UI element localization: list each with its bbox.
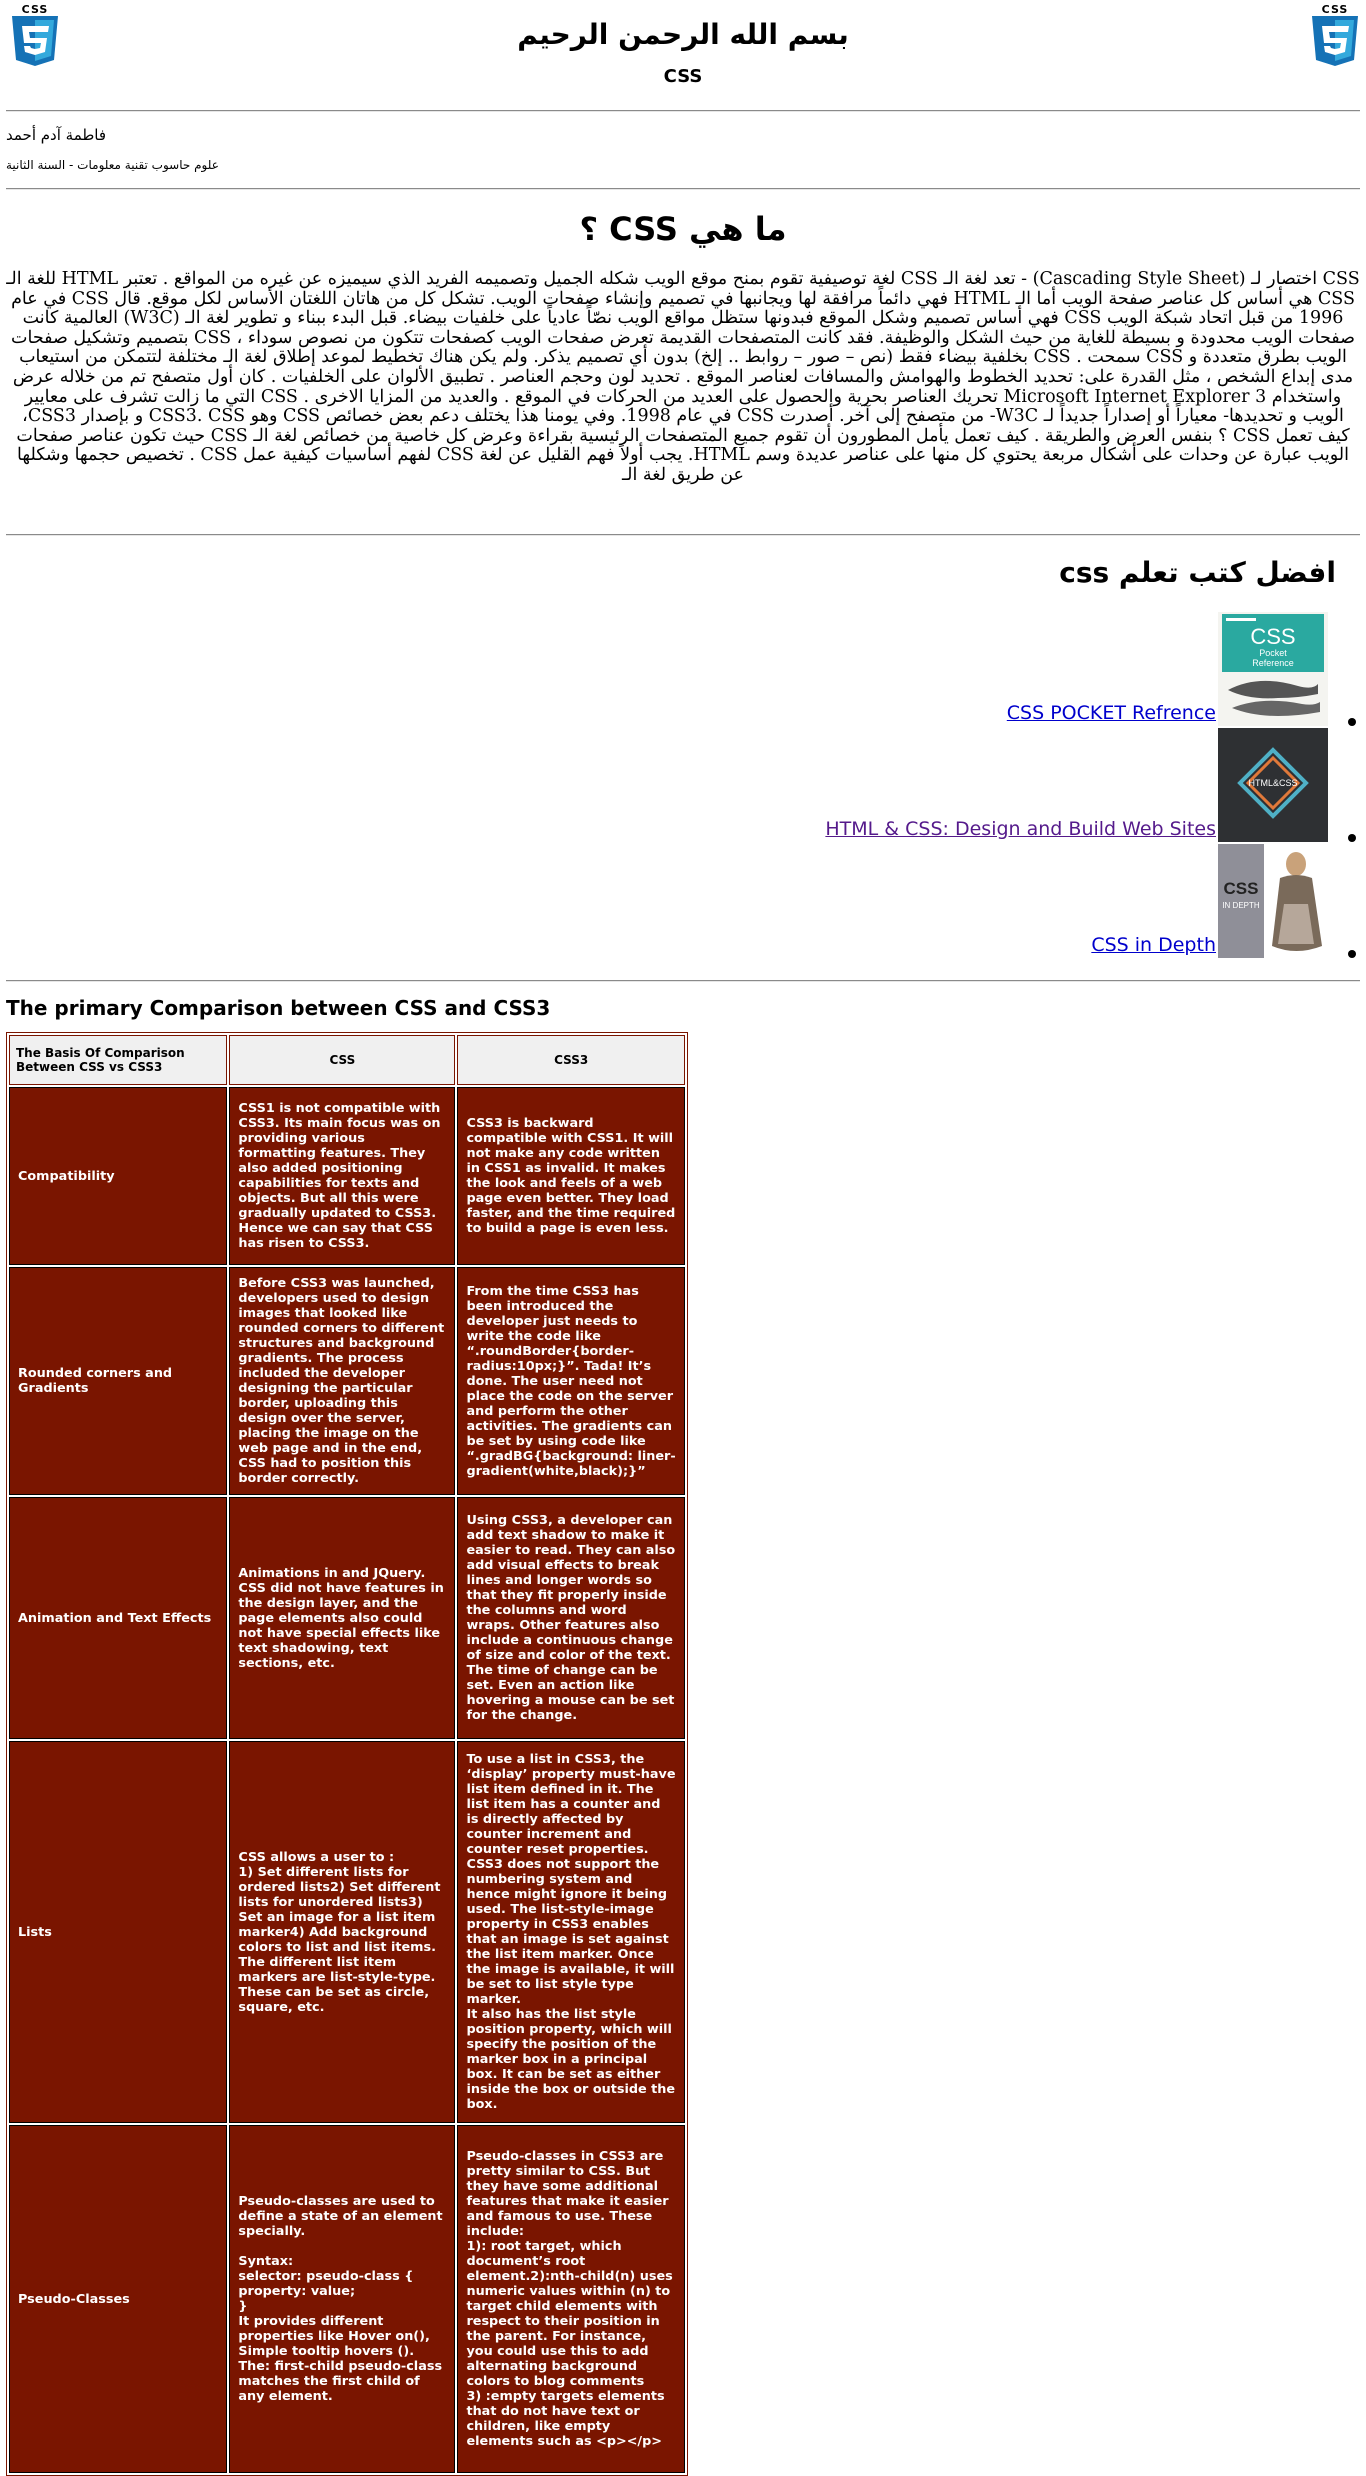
book-link[interactable]: CSS in Depth (1091, 934, 1216, 956)
book-link[interactable]: HTML & CSS: Design and Build Web Sites (825, 818, 1216, 840)
author-department: علوم حاسوب تقنية معلومات - السنة الثانية (6, 158, 219, 172)
css3-cell: Pseudo-classes in CSS3 are pretty simila… (457, 2125, 685, 2473)
css-cell: Pseudo-classes are used to define a stat… (229, 2125, 456, 2473)
column-header-css3: CSS3 (457, 1035, 685, 1085)
logo-caption: CSS (1321, 3, 1349, 16)
svg-text:CSS: CSS (1250, 624, 1295, 649)
table-header-row: The Basis Of Comparison Between CSS vs C… (9, 1035, 685, 1085)
basis-cell: Animation and Text Effects (9, 1497, 228, 1739)
section-heading-best-books: افضل كتب تعلم css (1059, 556, 1336, 589)
book-cover-image: HTML&CSS (1218, 728, 1328, 842)
divider (6, 110, 1360, 112)
logo-caption: CSS (21, 3, 49, 16)
svg-text:Pocket: Pocket (1259, 648, 1287, 658)
section-heading-what-is-css: ما هي CSS ؟ (579, 210, 787, 248)
basis-cell: Pseudo-Classes (9, 2125, 228, 2473)
book-cover-image: CSS Pocket Reference (1218, 612, 1328, 726)
css-cell: CSS1 is not compatible with CSS3. Its ma… (229, 1087, 456, 1265)
table-row: Compatibility CSS1 is not compatible wit… (9, 1087, 685, 1265)
book-list-item: CSS in Depth CSS IN DEPTH (0, 844, 1336, 958)
divider (6, 188, 1360, 190)
css-cell: CSS allows a user to : 1) Set different … (229, 1741, 456, 2123)
author-name: فاطمة آدم أحمد (6, 126, 107, 144)
divider (6, 534, 1360, 536)
basis-cell: Compatibility (9, 1087, 228, 1265)
list-bullet (1348, 718, 1356, 726)
basis-cell: Rounded corners and Gradients (9, 1267, 228, 1495)
css3-cell: To use a list in CSS3, the ‘display’ pro… (457, 1741, 685, 2123)
divider (6, 980, 1360, 982)
svg-text:CSS: CSS (1224, 879, 1259, 898)
bismillah-heading: بسم الله الرحمن الرحيم (517, 18, 849, 51)
column-header-basis: The Basis Of Comparison Between CSS vs C… (9, 1035, 228, 1085)
list-bullet (1348, 834, 1356, 842)
svg-text:IN DEPTH: IN DEPTH (1222, 901, 1260, 910)
list-bullet (1348, 950, 1356, 958)
book-cover-image: CSS IN DEPTH (1218, 844, 1328, 958)
css3-cell: CSS3 is backward compatible with CSS1. I… (457, 1087, 685, 1265)
table-row: Animation and Text Effects Animations in… (9, 1497, 685, 1739)
book-list-item: HTML & CSS: Design and Build Web Sites H… (0, 728, 1336, 842)
comparison-heading: The primary Comparison between CSS and C… (6, 996, 551, 1020)
svg-text:Reference: Reference (1252, 658, 1294, 668)
svg-text:HTML&CSS: HTML&CSS (1248, 778, 1297, 788)
css3-cell: Using CSS3, a developer can add text sha… (457, 1497, 685, 1739)
book-list-item: CSS POCKET Refrence CSS Pocket Reference (0, 612, 1336, 726)
table-row: Rounded corners and Gradients Before CSS… (9, 1267, 685, 1495)
page-subtitle: CSS (663, 66, 703, 87)
css-cell: Before CSS3 was launched, developers use… (229, 1267, 456, 1495)
css-cell: Animations in and JQuery. CSS did not ha… (229, 1497, 456, 1739)
intro-paragraph: CSS اختصار لـ (Cascading Style Sheet) - … (6, 269, 1360, 485)
css3-cell: From the time CSS3 has been introduced t… (457, 1267, 685, 1495)
comparison-table: The Basis Of Comparison Between CSS vs C… (6, 1032, 688, 2476)
book-link[interactable]: CSS POCKET Refrence (1007, 702, 1216, 724)
column-header-css: CSS (229, 1035, 456, 1085)
table-row: Lists CSS allows a user to : 1) Set diff… (9, 1741, 685, 2123)
basis-cell: Lists (9, 1741, 228, 2123)
table-row: Pseudo-Classes Pseudo-classes are used t… (9, 2125, 685, 2473)
